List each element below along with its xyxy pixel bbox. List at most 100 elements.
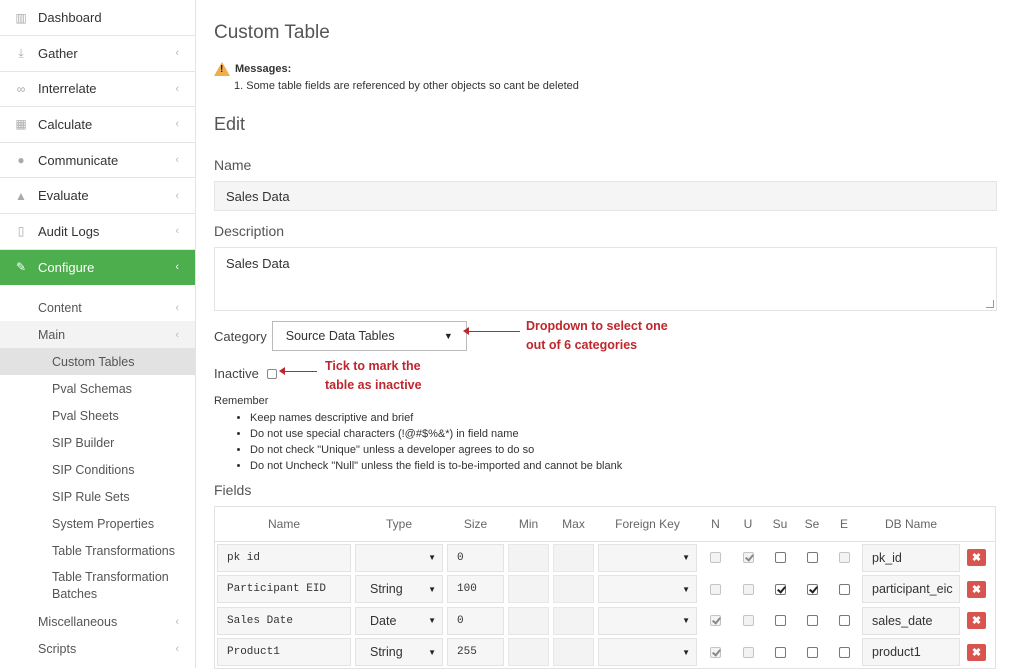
field-name-input[interactable]: Sales Date (217, 606, 351, 635)
field-se-cell (796, 646, 828, 658)
field-size-input[interactable]: 255 (447, 638, 504, 667)
field-u-checkbox (742, 552, 754, 564)
subnav-scripts[interactable]: Scripts ‹ (0, 635, 195, 663)
field-max-input[interactable] (553, 638, 594, 667)
subnav-main[interactable]: Main ‹ (0, 321, 195, 348)
remember-title: Remember (214, 395, 269, 407)
delete-button[interactable]: ✖ (967, 643, 986, 661)
nav-dashboard[interactable]: ▥ Dashboard (0, 0, 195, 36)
subnav-pval-sheets[interactable]: Pval Sheets (0, 402, 195, 430)
field-min-input[interactable] (508, 606, 549, 635)
field-min-input[interactable] (508, 543, 549, 572)
field-se-checkbox[interactable] (806, 583, 818, 595)
chevron-left-icon: ‹ (175, 301, 179, 314)
field-u-cell (732, 646, 764, 658)
nav-audit-logs[interactable]: ▯ Audit Logs ‹ (0, 214, 195, 250)
field-se-checkbox[interactable] (806, 646, 818, 658)
delete-button[interactable]: ✖ (967, 549, 986, 567)
subnav-sip-rule-sets[interactable]: SIP Rule Sets (0, 483, 195, 511)
field-su-checkbox[interactable] (774, 646, 786, 658)
field-e-checkbox[interactable] (838, 615, 850, 627)
subnav-sip-conditions[interactable]: SIP Conditions (0, 456, 195, 484)
field-type-select[interactable]: String ▼ (355, 575, 443, 604)
annotation-arrow (279, 367, 317, 375)
subnav-miscellaneous[interactable]: Miscellaneous ‹ (0, 608, 195, 636)
field-max-input[interactable] (553, 575, 594, 604)
close-icon: ✖ (971, 646, 982, 659)
field-foreign-key-select[interactable]: ▼ (598, 575, 697, 604)
warning-icon (214, 62, 230, 76)
field-e-cell (828, 583, 860, 595)
field-size-input[interactable]: 0 (447, 606, 504, 635)
field-name-input[interactable]: Product1 (217, 638, 351, 667)
subnav-custom-tables[interactable]: Custom Tables (0, 348, 195, 376)
annotation-text: out of 6 categories (526, 338, 638, 352)
field-name-input[interactable]: Participant EID (217, 575, 351, 604)
field-db-name-input[interactable]: product1 (862, 638, 960, 667)
nav-configure[interactable]: ✎ Configure ‹ (0, 249, 195, 286)
delete-button[interactable]: ✖ (967, 612, 986, 630)
subnav-table-transformations[interactable]: Table Transformations (0, 537, 195, 565)
field-n-checkbox (710, 552, 721, 564)
subnav-system-properties[interactable]: System Properties (0, 510, 195, 538)
col-se: Se (804, 517, 820, 531)
field-su-checkbox[interactable] (774, 583, 786, 595)
annotation-text: table as inactive (325, 378, 422, 392)
field-size-input[interactable]: 100 (447, 575, 504, 604)
nav-label: Calculate (38, 116, 93, 132)
nav-label: Evaluate (38, 188, 89, 204)
field-foreign-key-select[interactable]: ▼ (598, 543, 697, 572)
field-su-checkbox[interactable] (774, 615, 786, 627)
field-se-checkbox[interactable] (806, 552, 818, 564)
subnav-table-transformation-batches[interactable]: Table Transformation Batches (0, 564, 195, 609)
chevron-left-icon: ‹ (175, 642, 179, 655)
subnav-pval-schemas[interactable]: Pval Schemas (0, 375, 195, 403)
subnav-sip-builder[interactable]: SIP Builder (0, 429, 195, 457)
field-db-name-input[interactable]: participant_eic (862, 575, 960, 604)
resize-grip-icon[interactable] (986, 300, 994, 308)
field-se-cell (796, 583, 828, 595)
chevron-left-icon: ‹ (175, 189, 179, 202)
chevron-left-icon: ‹ (175, 615, 179, 628)
field-su-checkbox[interactable] (774, 552, 786, 564)
delete-button[interactable]: ✖ (967, 580, 986, 598)
nav-label: Gather (38, 45, 78, 61)
close-icon: ✖ (971, 583, 982, 596)
field-size-input[interactable]: 0 (447, 543, 504, 572)
chevron-left-icon: ‹ (175, 118, 179, 131)
field-type-select[interactable]: ▼ (355, 543, 443, 572)
category-select[interactable]: Source Data Tables ▼ (271, 321, 467, 351)
field-e-checkbox[interactable] (838, 583, 850, 595)
field-max-input[interactable] (553, 606, 594, 635)
field-type-select[interactable]: Date ▼ (355, 606, 443, 635)
field-type-select[interactable]: String ▼ (355, 638, 443, 667)
field-db-name-input[interactable]: sales_date (862, 606, 960, 635)
field-max-input[interactable] (553, 543, 594, 572)
subnav-content[interactable]: Content ‹ (0, 294, 195, 322)
inactive-checkbox[interactable] (266, 368, 277, 379)
nav-interrelate[interactable]: ∞ Interrelate ‹ (0, 72, 195, 108)
chevron-down-icon: ‹ (175, 328, 179, 341)
field-n-checkbox (710, 646, 721, 658)
field-db-name-input[interactable]: pk_id (862, 543, 960, 572)
nav-gather[interactable]: ⤓ Gather ‹ (0, 36, 195, 72)
bar-chart-icon: ▥ (15, 10, 27, 25)
chevron-left-icon: ‹ (175, 261, 179, 274)
description-textarea[interactable]: Sales Data (214, 247, 997, 311)
field-name-input[interactable]: pk id (217, 543, 351, 572)
nav-evaluate[interactable]: ▲ Evaluate ‹ (0, 178, 195, 214)
field-se-checkbox[interactable] (806, 615, 818, 627)
nav-calculate[interactable]: ▦ Calculate ‹ (0, 107, 195, 143)
wrench-icon: ✎ (15, 260, 27, 275)
field-e-cell (828, 615, 860, 627)
field-e-checkbox[interactable] (838, 646, 850, 658)
nav-communicate[interactable]: ● Communicate ‹ (0, 143, 195, 179)
name-input[interactable]: Sales Data (214, 181, 997, 211)
field-foreign-key-select[interactable]: ▼ (598, 638, 697, 667)
field-min-input[interactable] (508, 638, 549, 667)
field-foreign-key-select[interactable]: ▼ (598, 606, 697, 635)
edit-heading: Edit (214, 114, 246, 134)
annotation-text: Dropdown to select one (526, 319, 668, 333)
field-min-input[interactable] (508, 575, 549, 604)
thumbs-up-icon: ▲ (15, 188, 27, 203)
